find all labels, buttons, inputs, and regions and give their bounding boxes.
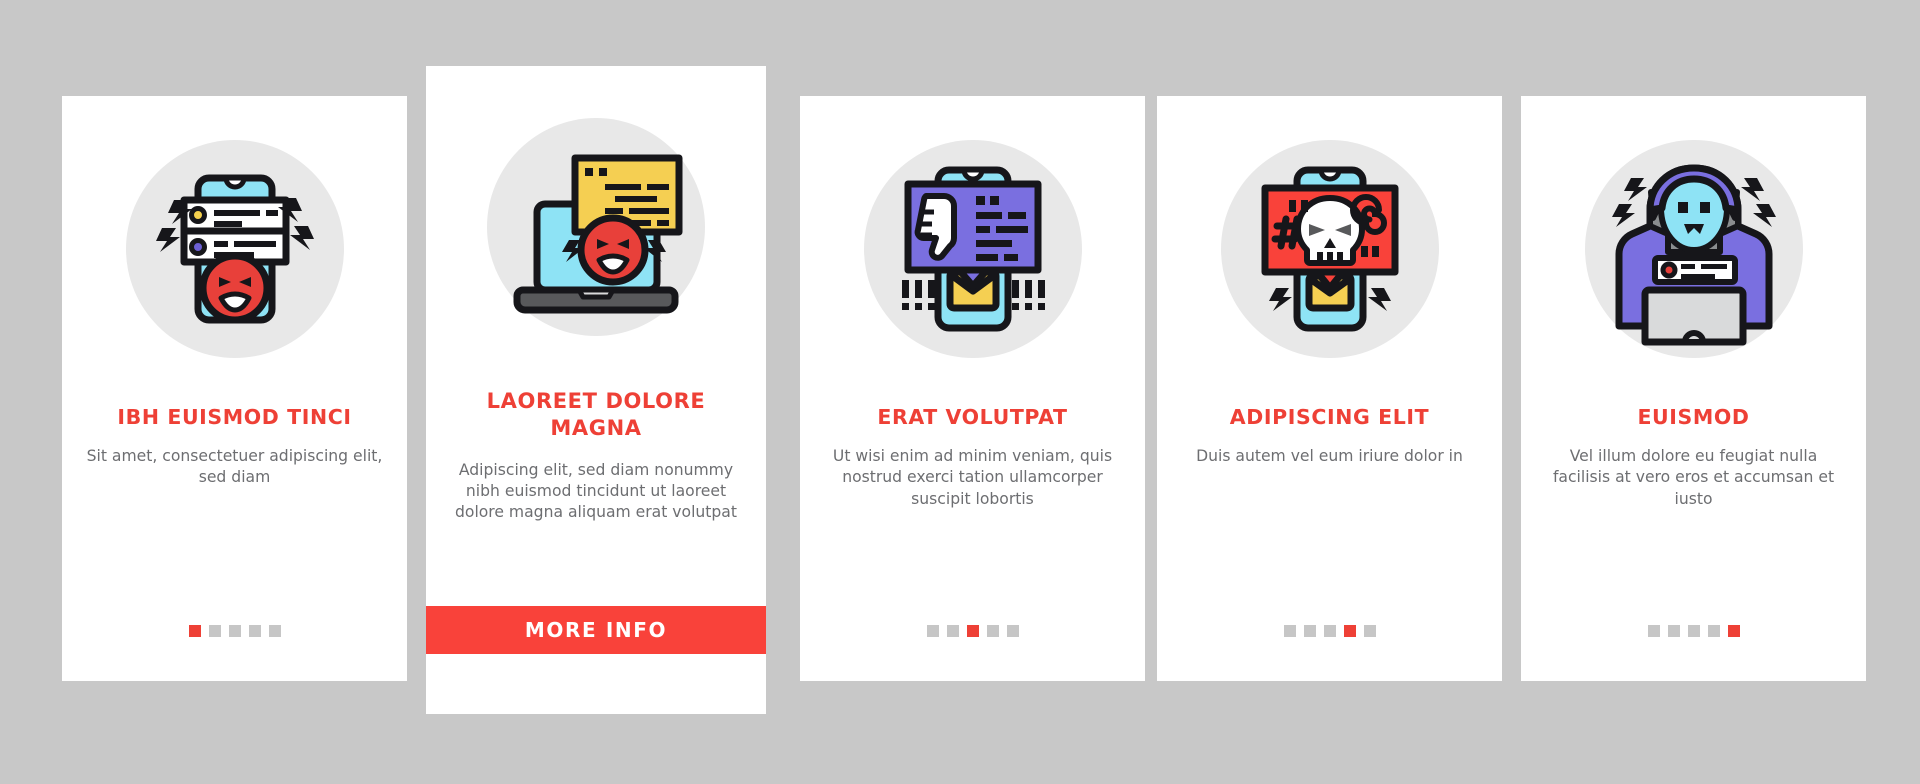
pagination-dot[interactable] (946, 625, 959, 637)
pagination-dot[interactable] (926, 625, 939, 637)
onboarding-card-1[interactable]: IBH EUISMOD TINCI Sit amet, consectetuer… (62, 96, 407, 681)
pagination-dot[interactable] (1707, 625, 1720, 637)
card-title: ERAT VOLUTPAT (877, 405, 1068, 429)
angry-face-phone-alert-icon (125, 140, 344, 358)
skull-threat-message-phone-icon (1220, 140, 1439, 358)
card-title: LAOREET DOLORE MAGNA (486, 389, 706, 440)
card-title: ADIPISCING ELIT (1229, 405, 1430, 429)
card-body: Adipiscing elit, sed diam nonummy nibh e… (455, 460, 737, 522)
card-body: Sit amet, consectetuer adipiscing elit, … (86, 447, 383, 487)
hooded-hacker-laptop-icon (1584, 140, 1803, 358)
pagination-dot[interactable] (1006, 625, 1019, 637)
pagination-dot[interactable] (1363, 625, 1376, 637)
pagination-dot[interactable] (986, 625, 999, 637)
angry-face-laptop-popup-icon (487, 118, 705, 336)
card-body: Vel illum dolore eu feugiat nulla facili… (1552, 447, 1835, 508)
pagination-dot[interactable] (1323, 625, 1336, 637)
pagination-dots[interactable] (1521, 625, 1866, 637)
onboarding-card-4[interactable]: ADIPISCING ELIT Duis autem vel eum iriur… (1157, 96, 1502, 681)
onboarding-card-2[interactable]: LAOREET DOLORE MAGNA Adipiscing elit, se… (426, 66, 766, 714)
card-body: Ut wisi enim ad minim veniam, quis nostr… (832, 447, 1113, 508)
pagination-dots[interactable] (1157, 625, 1502, 637)
pagination-dot[interactable] (1687, 625, 1700, 637)
pagination-dot[interactable] (228, 625, 241, 637)
pagination-dot[interactable] (1727, 625, 1740, 637)
onboarding-card-5[interactable]: EUISMOD Vel illum dolore eu feugiat null… (1521, 96, 1866, 681)
onboarding-card-3[interactable]: ERAT VOLUTPAT Ut wisi enim ad minim veni… (800, 96, 1145, 681)
card-title: IBH EUISMOD TINCI (117, 405, 352, 429)
pagination-dot[interactable] (268, 625, 281, 637)
pagination-dot[interactable] (1667, 625, 1680, 637)
pagination-dot[interactable] (188, 625, 201, 637)
onboarding-screens-board: IBH EUISMOD TINCI Sit amet, consectetuer… (0, 0, 1920, 784)
pagination-dot[interactable] (1283, 625, 1296, 637)
pagination-dot[interactable] (208, 625, 221, 637)
pagination-dot[interactable] (966, 625, 979, 637)
pagination-dots[interactable] (800, 625, 1145, 637)
pagination-dot[interactable] (1647, 625, 1660, 637)
pagination-dot[interactable] (248, 625, 261, 637)
pagination-dots[interactable] (62, 625, 407, 637)
pagination-dot[interactable] (1303, 625, 1316, 637)
pagination-dot[interactable] (1343, 625, 1356, 637)
card-body: Duis autem vel eum iriure dolor in (1196, 447, 1463, 466)
card-title: EUISMOD (1637, 405, 1750, 429)
more-info-button[interactable]: MORE INFO (426, 606, 766, 654)
thumbs-down-message-phone-icon (863, 140, 1082, 358)
